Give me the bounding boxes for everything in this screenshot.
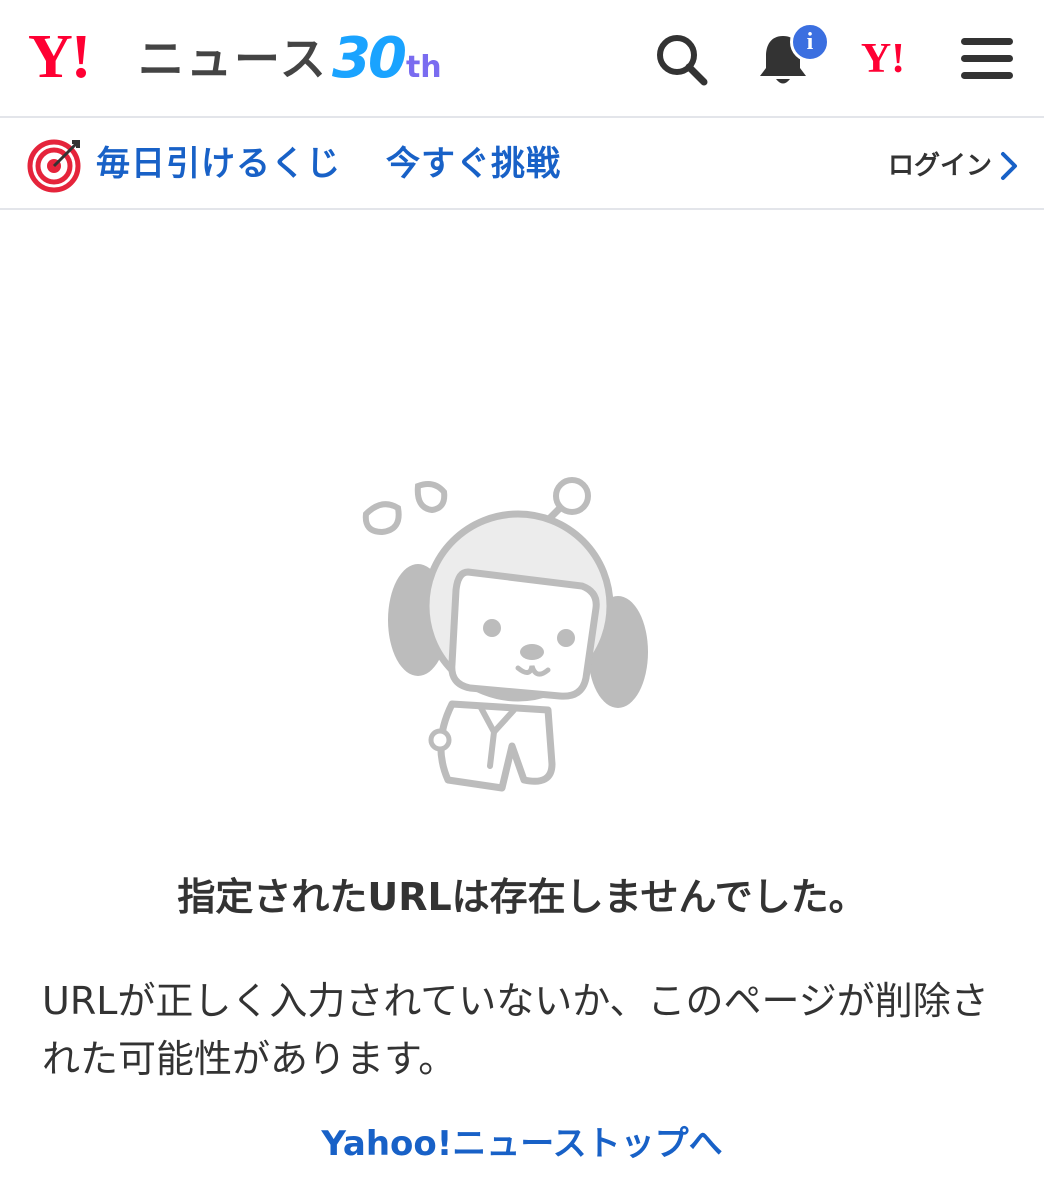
anniversary-logo: 30th [332,26,442,92]
mascot-illustration [352,474,672,804]
error-description: URLが正しく入力されていないか、このページが削除された可能性があります。 [42,979,989,1081]
challenge-now-link[interactable]: 今すぐ挑戦 [386,140,561,188]
search-icon[interactable] [650,28,712,90]
yahoo-logo-mark[interactable]: Y! [28,26,91,88]
site-header: Y! ニュース 30th i Y! [0,0,1044,118]
notification-badge[interactable]: i [790,22,830,62]
menu-icon[interactable] [956,28,1018,90]
anniversary-suffix: th [405,50,442,85]
chevron-right-icon [1001,152,1017,180]
login-label: ログイン [887,151,992,181]
error-title: 指定されたURLは存在しませんでした。 [177,875,867,919]
news-logo-text[interactable]: ニュース [138,32,328,86]
anniversary-number: 30 [332,26,407,91]
lottery-text[interactable]: 毎日引けるくじ [96,140,341,188]
target-icon [26,136,84,194]
login-link[interactable]: ログイン [888,146,1018,186]
yahoo-japan-icon[interactable]: Y! [852,28,914,90]
yahoo-news-top-link[interactable]: Yahoo!ニューストップへ [0,1118,1044,1170]
